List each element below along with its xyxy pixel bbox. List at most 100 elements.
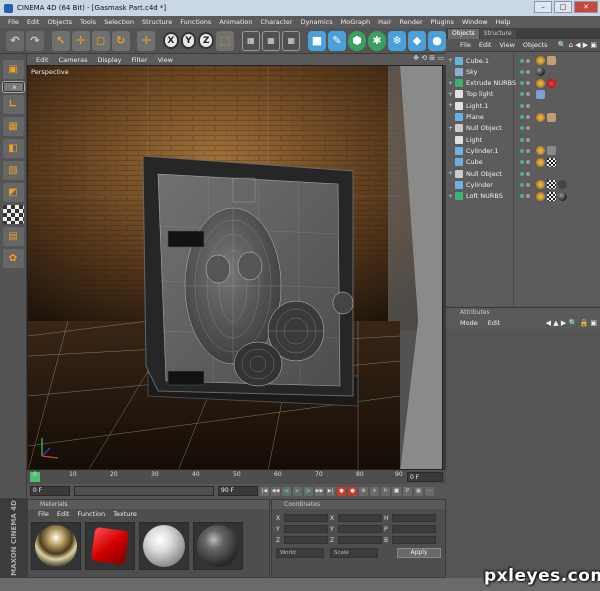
menu-objects[interactable]: Objects (43, 18, 76, 26)
visibility-toggle[interactable] (520, 92, 530, 97)
perspective-viewport[interactable]: Perspective (27, 65, 443, 470)
tag-icon[interactable] (547, 56, 556, 65)
expand-toggle-icon[interactable]: + (448, 170, 454, 177)
timeline-more-button[interactable]: ⋯ (425, 486, 434, 496)
object-row[interactable]: Cube (446, 157, 600, 168)
record-scale-button[interactable]: ■ (392, 486, 401, 496)
tag-icon[interactable] (547, 180, 556, 190)
menu-window[interactable]: Window (458, 18, 492, 26)
visibility-toggle[interactable] (520, 81, 530, 86)
object-row[interactable]: + Light.1 (446, 100, 600, 111)
start-frame-field[interactable]: 0 F (30, 486, 70, 496)
tag-icon[interactable] (536, 89, 545, 99)
object-name[interactable]: Loft NURBS (466, 192, 503, 200)
tab-objects[interactable]: Objects (448, 29, 479, 39)
previous-key-button[interactable]: ◀◀ (271, 486, 280, 496)
size-z-field[interactable] (338, 536, 382, 544)
visibility-toggle[interactable] (520, 115, 530, 119)
object-row[interactable]: + Extrude NURBS (446, 78, 600, 89)
object-name[interactable]: Cube (466, 158, 483, 166)
material-menu-function[interactable]: Function (77, 509, 105, 519)
menu-hair[interactable]: Hair (374, 18, 395, 26)
add-nurbs-button[interactable]: ⬢ (347, 30, 366, 51)
record-button[interactable]: ● (337, 486, 346, 496)
add-light-button[interactable]: ● (428, 30, 447, 51)
go-to-end-button[interactable]: ▶| (326, 486, 335, 496)
menu-render[interactable]: Render (396, 18, 427, 26)
object-row[interactable]: Sky (446, 66, 600, 77)
tag-icon[interactable] (536, 78, 545, 88)
object-name[interactable]: Null Object (466, 124, 502, 132)
tag-icon[interactable] (536, 67, 545, 77)
preview-range-slider[interactable] (74, 486, 214, 496)
object-row[interactable]: + Null Object (446, 168, 600, 179)
tag-icon[interactable] (558, 191, 567, 201)
object-row[interactable]: Cylinder.1 (446, 145, 600, 156)
material-menu-file[interactable]: File (38, 509, 49, 519)
visibility-toggle[interactable] (520, 194, 530, 199)
axis-mode-icon[interactable]: ◩ (2, 183, 24, 202)
tag-icon[interactable] (547, 191, 556, 201)
object-manager-header-icons[interactable]: 🔍 ⌂ ◀ ▶ ▣ (558, 41, 600, 49)
object-name[interactable]: Cylinder.1 (466, 147, 499, 155)
menu-structure[interactable]: Structure (138, 18, 176, 26)
next-key-button[interactable]: ▶▶ (315, 486, 324, 496)
menu-dynamics[interactable]: Dynamics (297, 18, 337, 26)
size-y-field[interactable] (338, 525, 382, 533)
polygons-mode-icon[interactable]: ▧ (2, 161, 24, 180)
object-menu-view[interactable]: View (499, 41, 514, 49)
menu-mograph[interactable]: MoGraph (337, 18, 375, 26)
tab-structure[interactable]: Structure (479, 29, 516, 39)
x-axis-lock-button[interactable]: X (162, 32, 179, 49)
attribute-menu-edit[interactable]: Edit (488, 317, 501, 329)
texture-mode-icon[interactable]: ∟ (2, 95, 24, 114)
object-name[interactable]: Light (466, 136, 482, 144)
material-swatch[interactable] (139, 522, 189, 570)
minimize-button[interactable]: – (534, 1, 552, 13)
previous-frame-button[interactable]: ◀| (282, 486, 291, 496)
add-spline-button[interactable]: ✎ (327, 30, 346, 51)
object-row[interactable]: Plane (446, 112, 600, 123)
apply-button[interactable]: Apply (397, 548, 441, 558)
object-name[interactable]: Top light (466, 90, 493, 98)
expand-toggle-icon[interactable]: + (448, 125, 454, 132)
timeline-ruler[interactable]: 0 10 20 30 40 50 60 70 80 90 0 F (27, 470, 446, 484)
object-row[interactable]: Cylinder (446, 179, 600, 190)
move-tool-button[interactable]: ✛ (71, 30, 90, 51)
viewport-navigation-icons[interactable]: ✥ ⟲ ⊞ ▭ (413, 54, 444, 62)
object-row[interactable]: + Top light (446, 89, 600, 100)
tag-icon[interactable] (536, 157, 545, 167)
next-frame-button[interactable]: |▶ (304, 486, 313, 496)
record-rotation-button[interactable]: ↻ (381, 486, 390, 496)
points-mode-icon[interactable]: ▦ (2, 117, 24, 136)
maximize-button[interactable]: □ (554, 1, 572, 13)
add-effector-button[interactable]: ❄ (388, 30, 407, 51)
viewport-menu-view[interactable]: View (153, 56, 178, 64)
add-cube-button[interactable]: ■ (307, 30, 326, 51)
material-menu-texture[interactable]: Texture (113, 509, 137, 519)
tag-icon[interactable] (536, 191, 545, 201)
z-axis-lock-button[interactable]: Z (198, 32, 215, 49)
object-menu-objects[interactable]: Objects (523, 41, 548, 49)
material-swatch[interactable] (31, 522, 81, 570)
object-row[interactable]: + Cube.1 (446, 55, 600, 66)
object-row[interactable]: + Null Object (446, 123, 600, 134)
object-menu-edit[interactable]: Edit (479, 41, 492, 49)
autokey-button[interactable]: ● (348, 486, 357, 496)
object-row[interactable]: + Loft NURBS (446, 191, 600, 202)
menu-file[interactable]: File (4, 18, 23, 26)
object-name[interactable]: Null Object (466, 170, 502, 178)
menu-edit[interactable]: Edit (23, 18, 44, 26)
coordinate-system-button[interactable]: ⬚ (216, 30, 235, 51)
visibility-toggle[interactable] (520, 182, 530, 187)
visibility-toggle[interactable] (520, 58, 530, 63)
keyframe-selection-button[interactable]: ⊕ (359, 486, 368, 496)
visibility-toggle[interactable] (520, 171, 530, 176)
tag-icon[interactable] (547, 157, 556, 167)
redo-button[interactable]: ↷ (26, 30, 45, 51)
menu-character[interactable]: Character (256, 18, 296, 26)
menu-animation[interactable]: Animation (215, 18, 256, 26)
tag-icon[interactable] (536, 112, 545, 122)
go-to-start-button[interactable]: |◀ (260, 486, 269, 496)
expand-toggle-icon[interactable]: + (448, 91, 454, 98)
